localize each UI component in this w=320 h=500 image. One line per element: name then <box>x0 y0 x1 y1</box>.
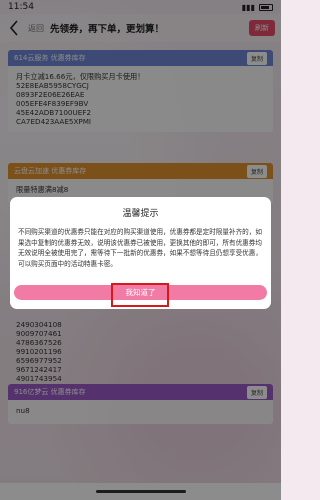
dialog-title: 温馨提示 <box>122 209 159 219</box>
dialog-message: 不同购买渠道的优惠券只能在对应的购买渠道使用，优惠券都是定时限量补齐的，如果选中… <box>18 228 262 268</box>
highlight-box <box>111 283 169 307</box>
